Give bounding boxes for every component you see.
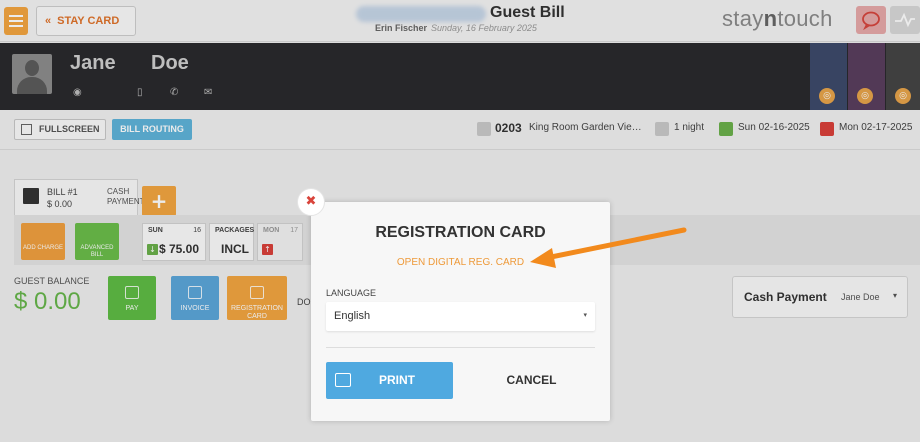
- annotation-arrow-icon: [530, 227, 687, 268]
